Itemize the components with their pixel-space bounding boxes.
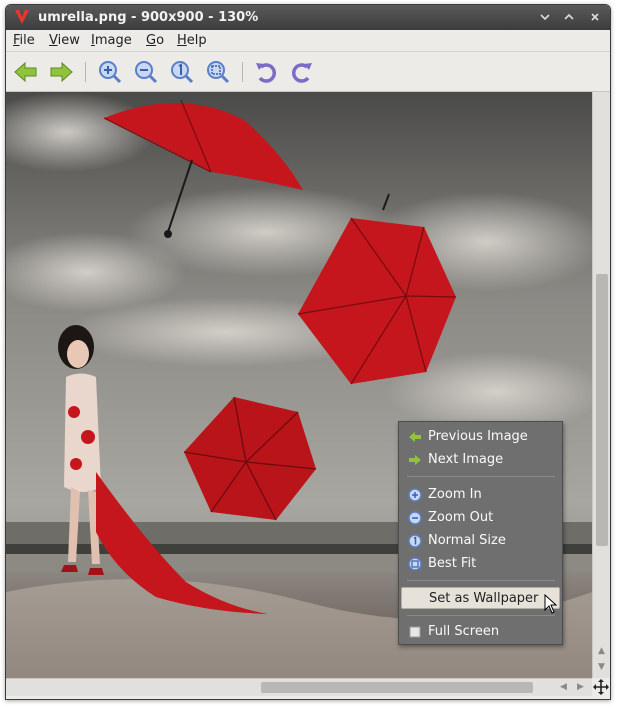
context-menu-item-zoom-in[interactable]: Zoom In	[401, 484, 560, 506]
scroll-up-arrow-icon[interactable]: ▲	[598, 646, 605, 656]
zoom-out-button[interactable]	[133, 59, 159, 85]
context-menu-item-zoom-out[interactable]: Zoom Out	[401, 507, 560, 529]
context-menu-item-next-image[interactable]: Next Image	[401, 449, 560, 471]
context-menu-separator	[407, 476, 555, 477]
chevron-down-icon	[540, 14, 550, 21]
mouse-pointer-icon	[544, 594, 558, 614]
context-menu-item-normal-size[interactable]: Normal Size	[401, 530, 560, 552]
zoom-in-icon	[99, 61, 122, 84]
zoom-in-button[interactable]	[97, 59, 123, 85]
chevron-up-icon	[564, 13, 574, 20]
horizontal-scroll-thumb[interactable]	[261, 682, 533, 693]
scroll-right-arrow-icon[interactable]: ▶	[577, 682, 584, 692]
normal-size-icon	[171, 61, 194, 84]
title-bar[interactable]: umrella.png - 900x900 - 130%	[6, 5, 610, 30]
horizontal-scrollbar[interactable]: ◀ ▶	[6, 678, 592, 696]
context-menu-label: Zoom Out	[428, 510, 494, 525]
minimize-button[interactable]	[537, 9, 553, 25]
rotate-right-icon	[292, 63, 312, 83]
menu-go[interactable]: Go	[146, 33, 164, 48]
context-menu-item-set-as-wallpaper[interactable]: Set as Wallpaper	[401, 587, 560, 609]
context-menu-item-previous-image[interactable]: Previous Image	[401, 426, 560, 448]
close-button[interactable]	[587, 9, 603, 25]
checkbox-icon[interactable]	[408, 625, 422, 639]
rotate-left-button[interactable]	[253, 59, 279, 85]
window-title: umrella.png - 900x900 - 130%	[38, 10, 259, 25]
forward-arrow-icon	[409, 455, 421, 465]
context-menu-label: Previous Image	[428, 429, 528, 444]
best-fit-icon	[207, 61, 230, 84]
zoom-in-icon	[408, 488, 422, 502]
menu-help[interactable]: Help	[177, 33, 207, 48]
back-arrow-icon	[14, 61, 37, 83]
menu-file[interactable]: File	[13, 33, 35, 48]
toolbar-separator	[85, 62, 86, 82]
move-icon	[593, 679, 609, 695]
menu-bar: File View Image Go Help	[6, 30, 610, 52]
normal-size-icon	[408, 534, 422, 548]
context-menu-label: Zoom In	[428, 487, 482, 502]
vertical-scroll-thumb[interactable]	[596, 274, 608, 546]
context-menu-label: Next Image	[428, 452, 504, 467]
next-image-button[interactable]	[48, 59, 74, 85]
previous-image-button[interactable]	[13, 59, 39, 85]
scroll-down-arrow-icon[interactable]: ▼	[598, 662, 605, 672]
zoom-out-icon	[135, 61, 158, 84]
context-menu-separator	[407, 615, 555, 616]
menu-image[interactable]: Image	[91, 33, 132, 48]
maximize-button[interactable]	[561, 9, 577, 25]
rotate-left-icon	[256, 63, 276, 83]
close-icon	[591, 13, 599, 21]
rotate-right-button[interactable]	[289, 59, 315, 85]
context-menu-label: Normal Size	[428, 533, 506, 548]
context-menu-separator	[407, 580, 555, 581]
context-menu-label: Full Screen	[428, 624, 500, 639]
best-fit-button[interactable]	[205, 59, 231, 85]
context-menu: Previous Image Next Image Zoom In Zoom O…	[398, 421, 563, 645]
toolbar	[6, 52, 610, 92]
forward-arrow-icon	[50, 61, 73, 83]
context-menu-item-full-screen[interactable]: Full Screen	[401, 621, 560, 643]
scroll-corner[interactable]	[592, 678, 610, 696]
best-fit-icon	[408, 557, 422, 571]
vertical-scrollbar[interactable]: ▲ ▼	[592, 92, 610, 678]
scroll-left-arrow-icon[interactable]: ◀	[560, 682, 567, 692]
menu-view[interactable]: View	[49, 33, 80, 48]
toolbar-separator	[242, 62, 243, 82]
zoom-out-icon	[408, 511, 422, 525]
context-menu-item-best-fit[interactable]: Best Fit	[401, 553, 560, 575]
normal-size-button[interactable]	[169, 59, 195, 85]
context-menu-label: Best Fit	[428, 556, 477, 571]
app-logo-icon	[15, 10, 29, 24]
context-menu-label: Set as Wallpaper	[429, 591, 539, 606]
back-arrow-icon	[409, 432, 421, 442]
